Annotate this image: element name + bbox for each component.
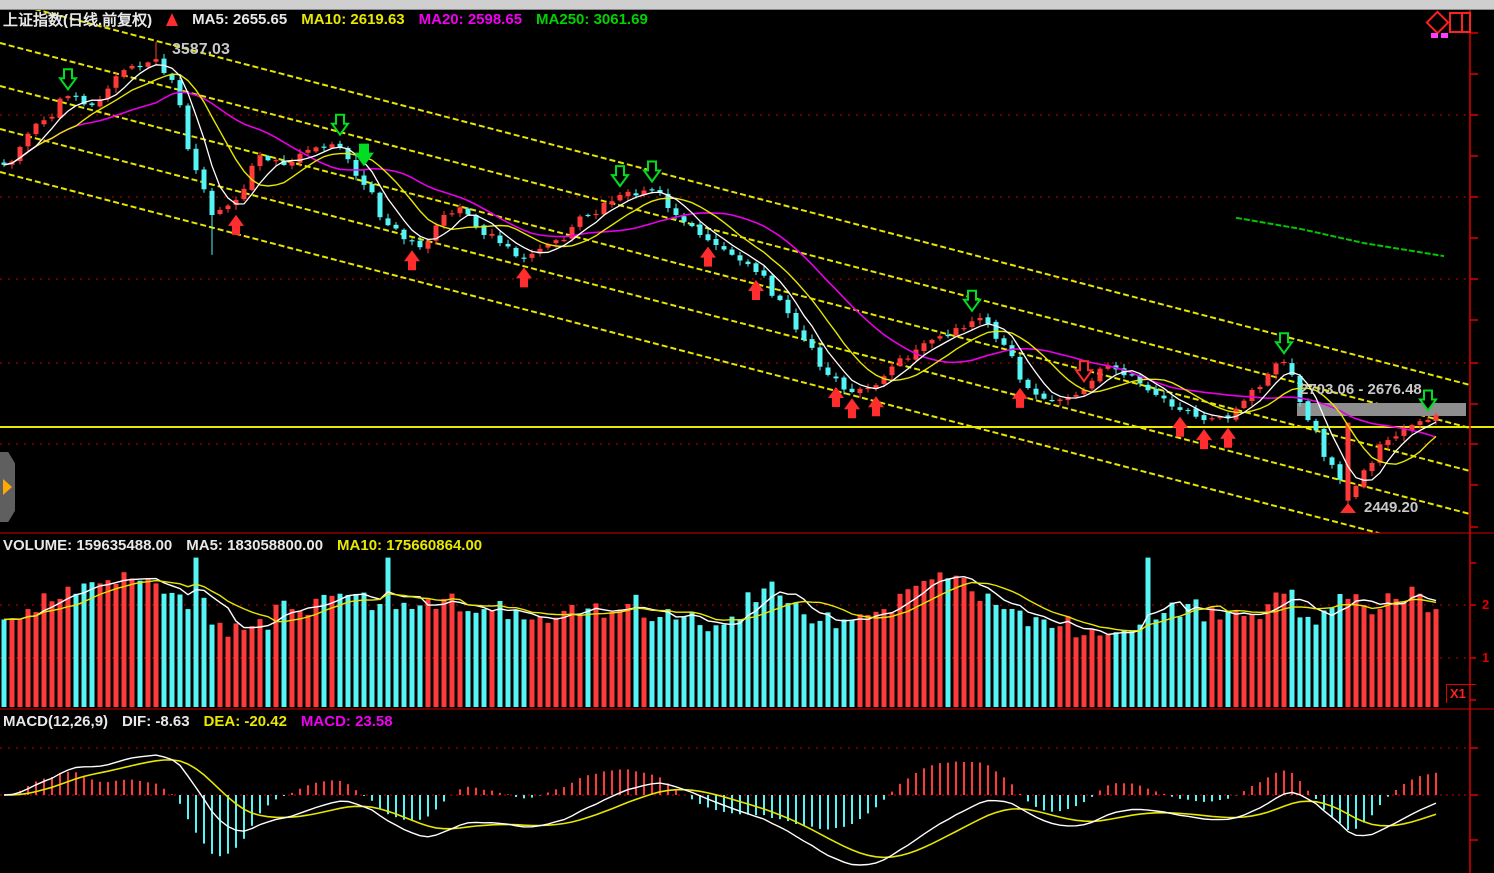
volume-axis-label-2: 2 (1482, 597, 1489, 612)
volume-pane[interactable] (0, 534, 1470, 709)
trading-app-window: { "header": { "title": "上证指数(日线.前复权)", "… (0, 0, 1494, 873)
kline-pane[interactable] (0, 9, 1470, 533)
volume-axis-label-1: 1 (1482, 650, 1489, 665)
macd-pane[interactable] (0, 712, 1470, 873)
